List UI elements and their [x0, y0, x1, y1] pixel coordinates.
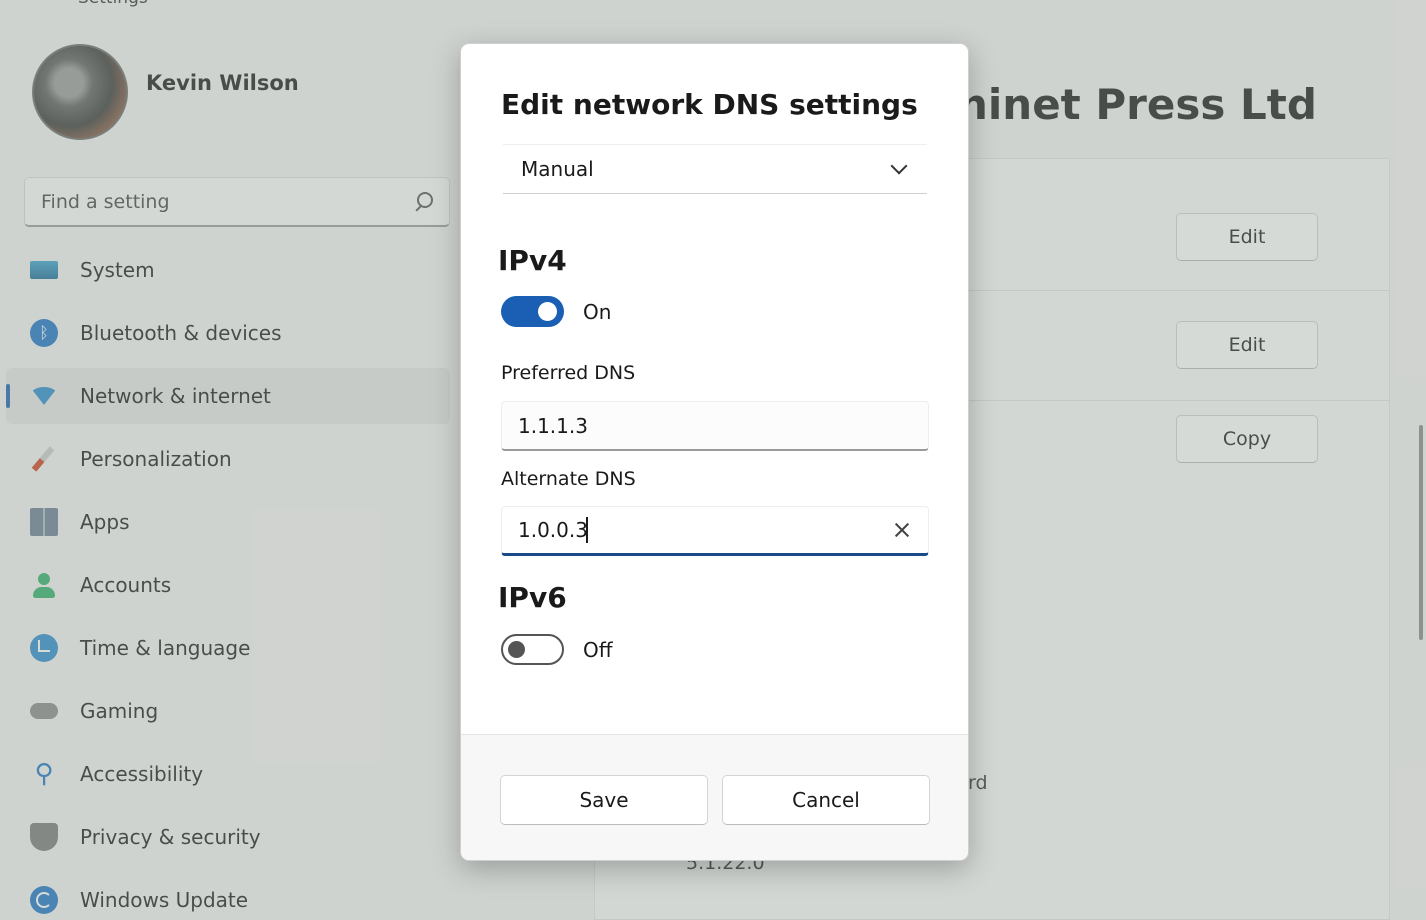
alternate-dns-label: Alternate DNS — [501, 468, 636, 490]
ipv4-toggle[interactable] — [501, 296, 564, 327]
ipv4-toggle-label: On — [583, 300, 612, 324]
text-caret — [585, 517, 588, 543]
dns-settings-dialog: Edit network DNS settings Manual IPv4 On… — [460, 43, 969, 861]
clear-field-icon[interactable] — [892, 520, 912, 540]
dialog-title: Edit network DNS settings — [501, 88, 918, 121]
alternate-dns-field: 1.0.0.3 — [501, 506, 929, 556]
dialog-footer: Save Cancel — [461, 734, 968, 860]
preferred-dns-label: Preferred DNS — [501, 362, 636, 384]
chevron-down-icon — [890, 157, 908, 175]
ipv6-heading: IPv6 — [498, 581, 567, 614]
alternate-dns-input[interactable]: 1.0.0.3 — [518, 518, 588, 542]
preferred-dns-input[interactable] — [518, 413, 912, 438]
dns-mode-value: Manual — [521, 157, 594, 181]
preferred-dns-field — [501, 401, 929, 451]
ipv4-heading: IPv4 — [498, 244, 567, 277]
cancel-button[interactable]: Cancel — [722, 775, 930, 825]
save-button[interactable]: Save — [500, 775, 708, 825]
ipv6-toggle-label: Off — [583, 638, 613, 662]
dns-mode-select[interactable]: Manual — [503, 144, 927, 194]
ipv6-toggle[interactable] — [501, 634, 564, 665]
